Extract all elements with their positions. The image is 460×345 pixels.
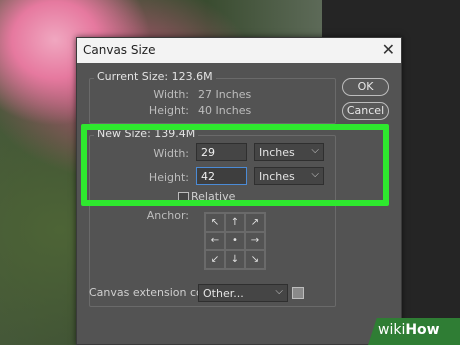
current-height-value: 40 Inches <box>198 104 252 117</box>
arrow-ne-icon[interactable]: ↗ <box>245 213 265 232</box>
wikihow-logo: wikiHow <box>378 322 440 338</box>
extension-color-swatch[interactable] <box>292 287 304 299</box>
arrow-se-icon[interactable]: ↘ <box>245 250 265 269</box>
arrow-nw-icon[interactable]: ↖ <box>205 213 225 232</box>
chevron-down-icon: ⌵ <box>275 286 283 297</box>
current-size-legend: Current Size: 123.6M <box>94 70 216 83</box>
arrow-e-icon[interactable]: → <box>245 231 265 251</box>
current-size-group <box>89 78 336 124</box>
anchor-label: Anchor: <box>146 209 189 222</box>
dialog-title: Canvas Size <box>83 43 156 57</box>
current-width-value: 27 Inches <box>198 88 252 101</box>
new-size-highlight <box>81 124 389 206</box>
anchor-center-icon[interactable]: • <box>225 231 245 251</box>
current-height-label: Height: <box>148 104 189 117</box>
arrow-s-icon[interactable]: ↓ <box>225 250 245 269</box>
arrow-sw-icon[interactable]: ↙ <box>205 250 225 269</box>
arrow-n-icon[interactable]: ↑ <box>225 213 245 232</box>
wikihow-logo-part1: wiki <box>378 322 406 338</box>
dialog-titlebar: Canvas Size ✕ <box>77 38 401 63</box>
wikihow-logo-part2: How <box>405 322 440 338</box>
arrow-w-icon[interactable]: ← <box>205 231 225 251</box>
extension-color-select[interactable]: Other... ⌵ <box>198 284 288 302</box>
anchor-grid: ↖ ↑ ↗ ← • → ↙ ↓ ↘ <box>204 212 266 270</box>
extension-color-value: Other... <box>203 287 244 300</box>
current-width-label: Width: <box>153 88 189 101</box>
close-icon[interactable]: ✕ <box>382 40 395 59</box>
cancel-button[interactable]: Cancel <box>342 102 389 120</box>
ok-button[interactable]: OK <box>342 78 389 96</box>
